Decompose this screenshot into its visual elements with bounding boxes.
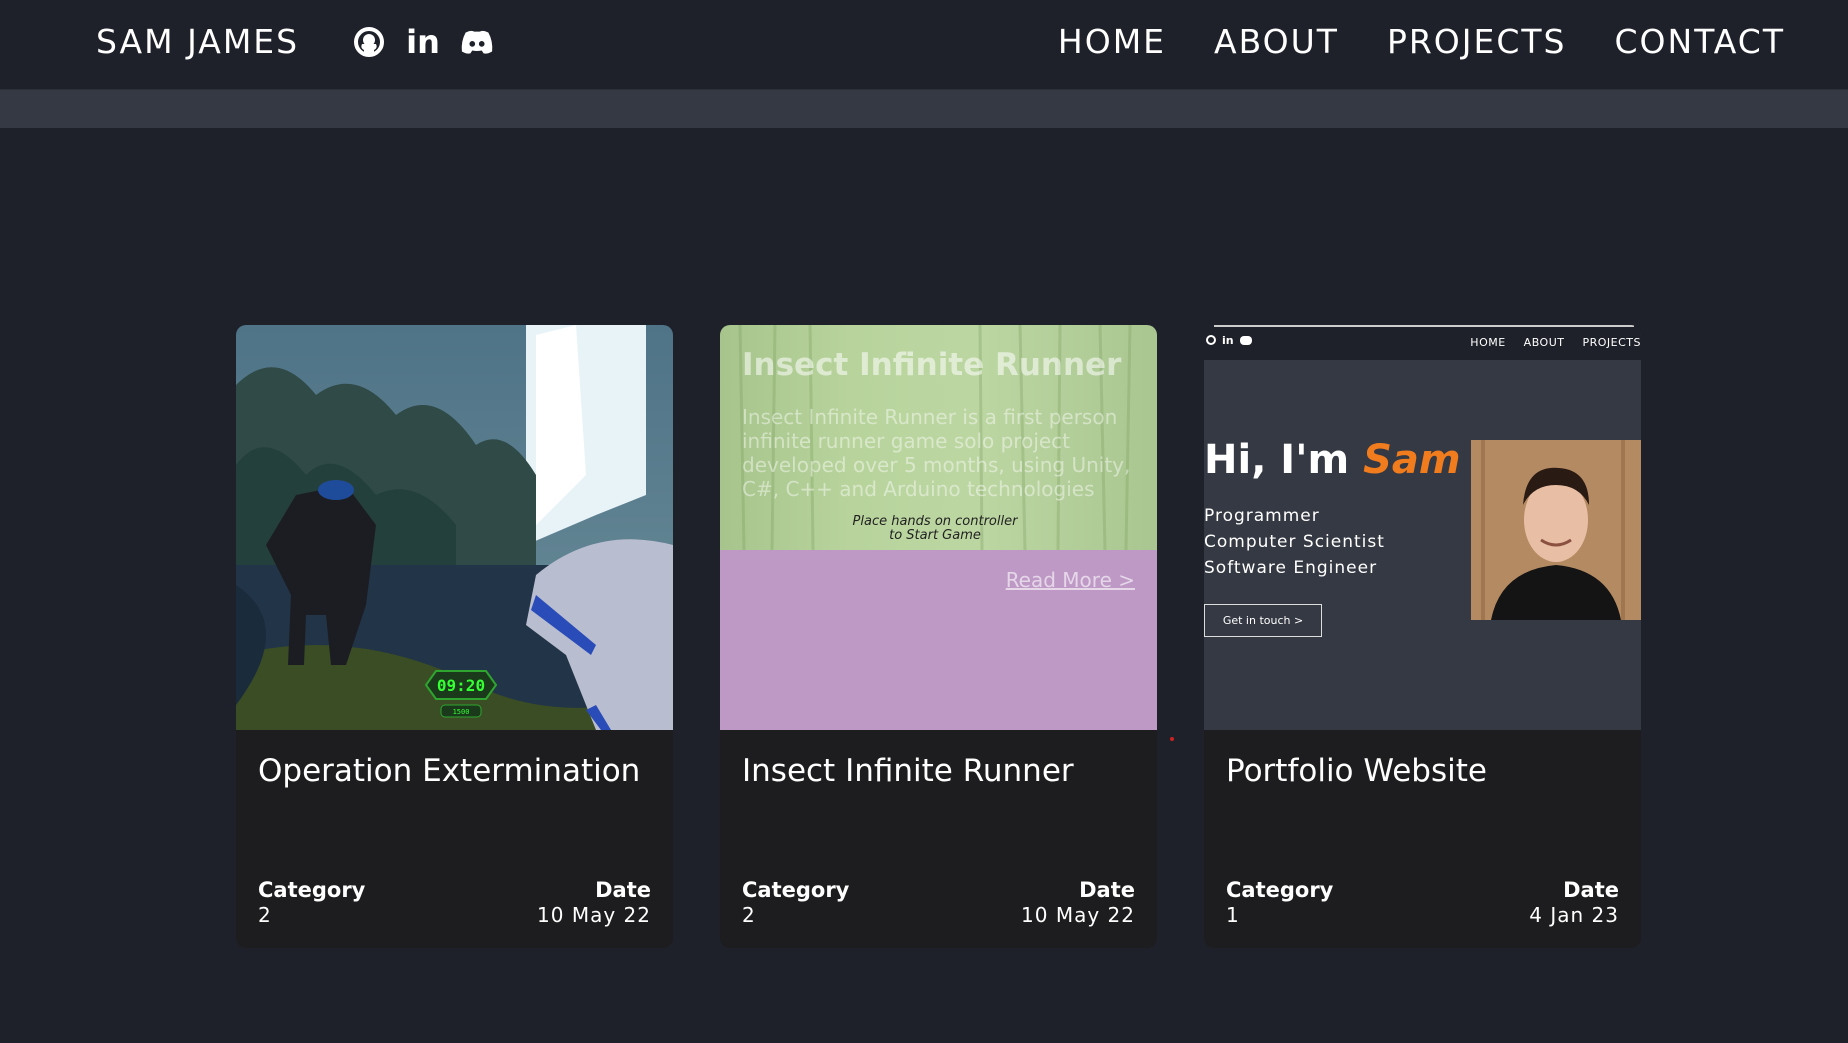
preview-role: Software Engineer bbox=[1204, 558, 1378, 578]
linkedin-icon[interactable]: in bbox=[406, 25, 440, 59]
brand-name[interactable]: SAM JAMES bbox=[96, 22, 299, 62]
read-more-link[interactable]: Read More > bbox=[1006, 568, 1135, 592]
preview-greeting: Hi, I'm Sam bbox=[1204, 437, 1461, 483]
preview-nav-projects: PROJECTS bbox=[1582, 336, 1641, 349]
category-block: Category 2 bbox=[258, 878, 365, 928]
main-nav: HOME ABOUT PROJECTS CONTACT bbox=[1058, 22, 1785, 62]
preview-divider bbox=[1214, 325, 1634, 327]
preview-greeting-text: Hi, I'm bbox=[1204, 437, 1350, 483]
project-thumbnail: 09:20 1500 bbox=[236, 325, 673, 730]
github-icon bbox=[1206, 335, 1216, 345]
github-icon[interactable] bbox=[352, 25, 386, 59]
preview-social-icons: in bbox=[1206, 335, 1252, 346]
hud-score: 1500 bbox=[453, 708, 470, 716]
category-label: Category bbox=[1226, 878, 1334, 902]
preview-role: Computer Scientist bbox=[1204, 532, 1385, 552]
website-preview: in HOME ABOUT PROJECTS Hi, I'm Sam Progr… bbox=[1204, 325, 1641, 730]
project-card-portfolio-website[interactable]: in HOME ABOUT PROJECTS Hi, I'm Sam Progr… bbox=[1204, 325, 1641, 948]
preview-cta-button: Get in touch > bbox=[1204, 604, 1322, 637]
date-value: 10 May 22 bbox=[1021, 903, 1135, 927]
project-title[interactable]: Portfolio Website bbox=[1226, 753, 1621, 790]
hud-timer: 09:20 bbox=[437, 676, 485, 695]
category-label: Category bbox=[258, 878, 366, 902]
nav-projects[interactable]: PROJECTS bbox=[1387, 22, 1567, 62]
project-title[interactable]: Insect Infinite Runner bbox=[742, 753, 1137, 790]
date-value: 4 Jan 23 bbox=[1529, 903, 1619, 927]
preview-roles: Programmer Computer Scientist Software E… bbox=[1204, 503, 1385, 581]
date-value: 10 May 22 bbox=[537, 903, 651, 927]
nav-contact[interactable]: CONTACT bbox=[1615, 22, 1786, 62]
project-card-operation-extermination[interactable]: 09:20 1500 Operation Extermination Categ… bbox=[236, 325, 673, 948]
preview-nav: HOME ABOUT PROJECTS bbox=[1470, 336, 1641, 349]
cursor-dot bbox=[1170, 737, 1174, 741]
date-block: Date 4 Jan 23 bbox=[1529, 878, 1619, 928]
nav-about[interactable]: ABOUT bbox=[1214, 22, 1339, 62]
project-title[interactable]: Operation Extermination bbox=[258, 753, 653, 790]
category-value: 2 bbox=[258, 903, 272, 927]
preview-nav-home: HOME bbox=[1470, 336, 1506, 349]
category-value: 1 bbox=[1226, 903, 1240, 927]
category-block: Category 1 bbox=[1226, 878, 1333, 928]
category-value: 2 bbox=[742, 903, 756, 927]
discord-icon bbox=[1239, 336, 1252, 345]
date-block: Date 10 May 22 bbox=[537, 878, 651, 928]
overlay-title: Insect Infinite Runner bbox=[742, 347, 1122, 383]
date-label: Date bbox=[1563, 878, 1619, 902]
linkedin-icon: in bbox=[1222, 334, 1234, 347]
category-block: Category 2 bbox=[742, 878, 849, 928]
preview-nav-about: ABOUT bbox=[1523, 336, 1565, 349]
navbar: SAM JAMES in HOME ABOUT PROJECTS CONTACT bbox=[0, 0, 1848, 90]
preview-name: Sam bbox=[1363, 437, 1461, 483]
date-block: Date 10 May 22 bbox=[1021, 878, 1135, 928]
overlay-description: Insect Infinite Runner is a first person… bbox=[742, 405, 1131, 501]
social-links: in bbox=[352, 22, 494, 62]
game-start-hint: Place hands on controller to Start Game bbox=[852, 514, 1018, 543]
project-thumbnail: in HOME ABOUT PROJECTS Hi, I'm Sam Progr… bbox=[1204, 325, 1641, 730]
date-label: Date bbox=[1079, 878, 1135, 902]
nav-home[interactable]: HOME bbox=[1058, 22, 1166, 62]
profile-photo bbox=[1471, 440, 1641, 620]
category-label: Category bbox=[742, 878, 850, 902]
preview-role: Programmer bbox=[1204, 506, 1320, 526]
discord-icon[interactable] bbox=[460, 25, 494, 59]
project-thumbnail: Insect Infinite Runner Insect Infinite R… bbox=[720, 325, 1157, 730]
date-label: Date bbox=[595, 878, 651, 902]
preview-navbar: in HOME ABOUT PROJECTS bbox=[1204, 325, 1641, 360]
project-card-insect-infinite-runner[interactable]: Insect Infinite Runner Insect Infinite R… bbox=[720, 325, 1157, 948]
sub-header-bar bbox=[0, 90, 1848, 128]
